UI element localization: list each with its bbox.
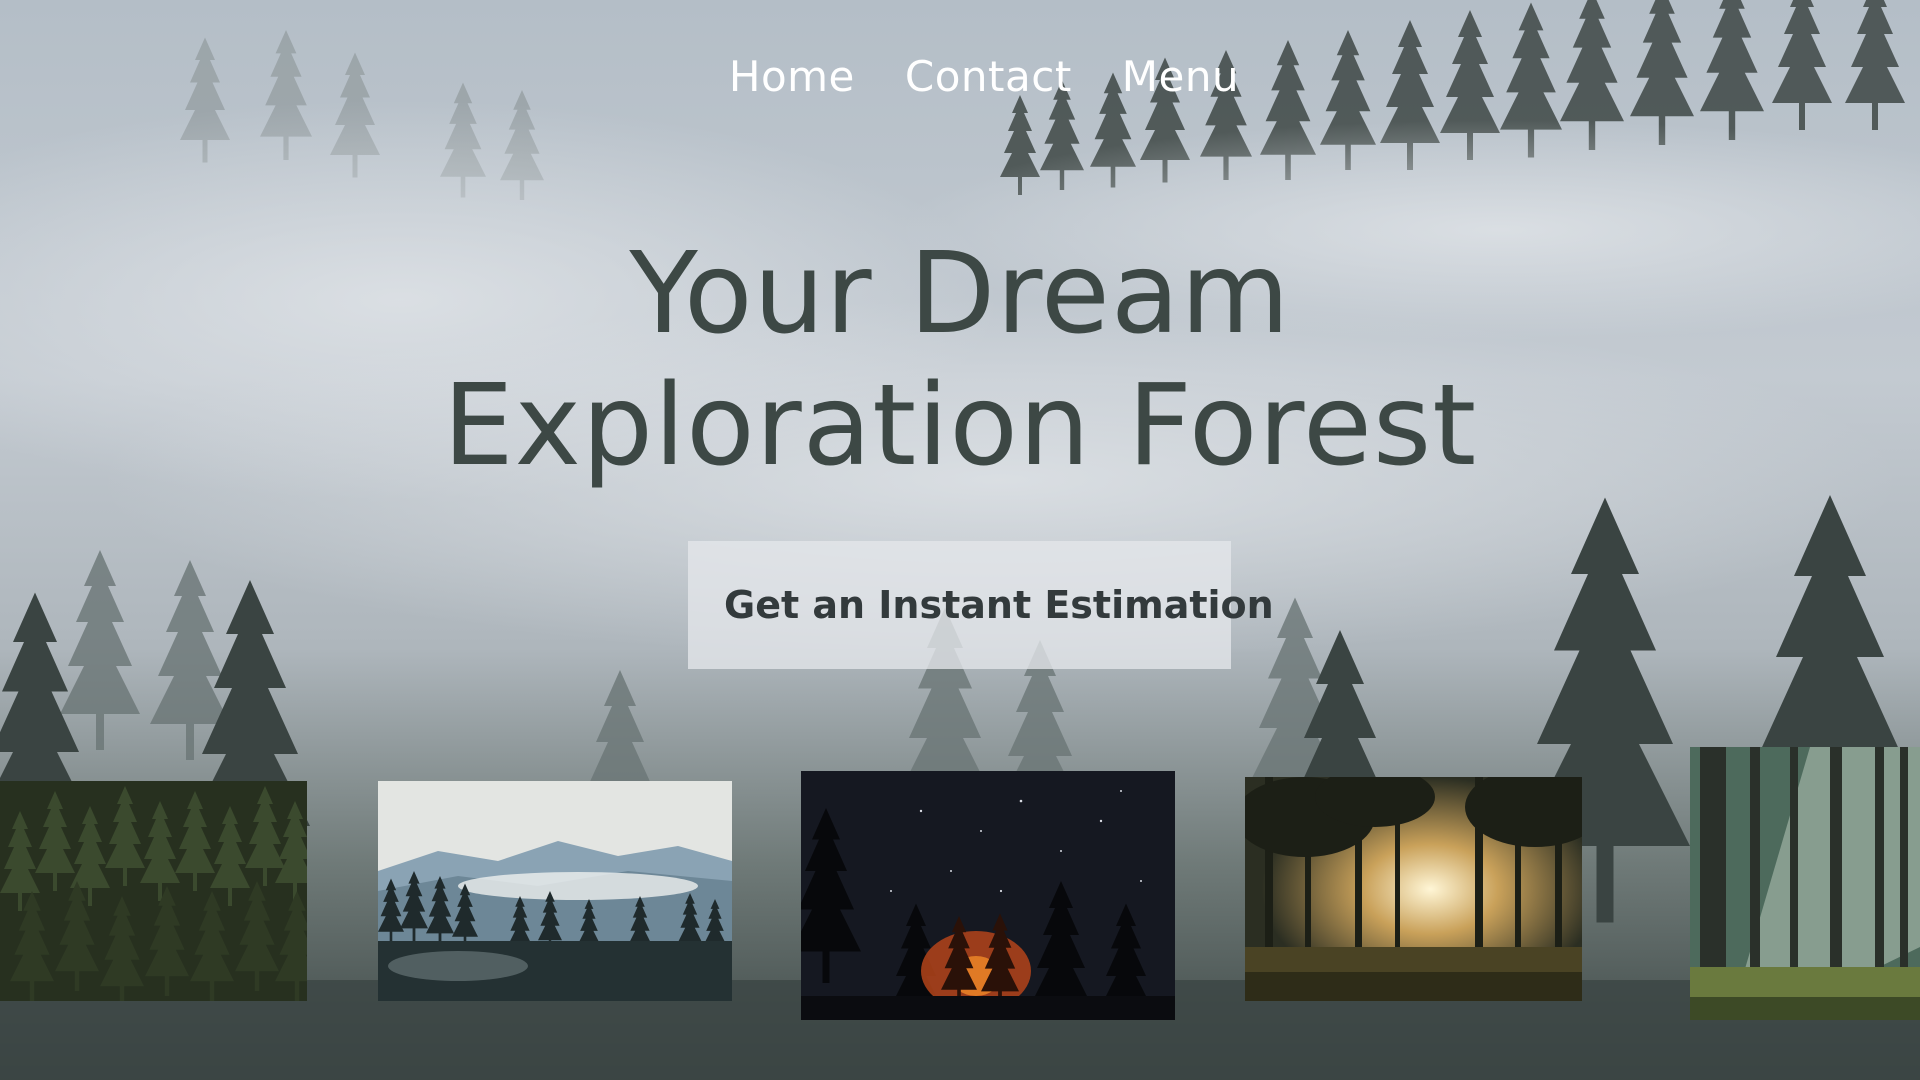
gallery-image-misty-mountains[interactable] xyxy=(378,781,732,1001)
nav-link-home[interactable]: Home xyxy=(729,52,855,101)
nav-links: Home Contact Menu xyxy=(729,52,1239,101)
hero-title: Your Dream Exploration Forest xyxy=(0,228,1920,492)
gallery-image-sunrise-forest[interactable] xyxy=(1245,777,1582,1001)
nav-link-menu[interactable]: Menu xyxy=(1122,52,1239,101)
gallery-image-night-campfire[interactable] xyxy=(801,771,1175,1020)
hero-title-line-2: Exploration Forest xyxy=(442,361,1478,491)
gallery-image-pine-forest[interactable] xyxy=(0,781,307,1001)
instant-estimation-button[interactable]: Get an Instant Estimation xyxy=(688,541,1274,669)
gallery-image-sunbeam-forest[interactable] xyxy=(1690,747,1920,1020)
hero-title-line-1: Your Dream xyxy=(629,229,1291,359)
top-navigation: Home Contact Menu xyxy=(0,52,1920,101)
nav-link-contact[interactable]: Contact xyxy=(905,52,1072,101)
